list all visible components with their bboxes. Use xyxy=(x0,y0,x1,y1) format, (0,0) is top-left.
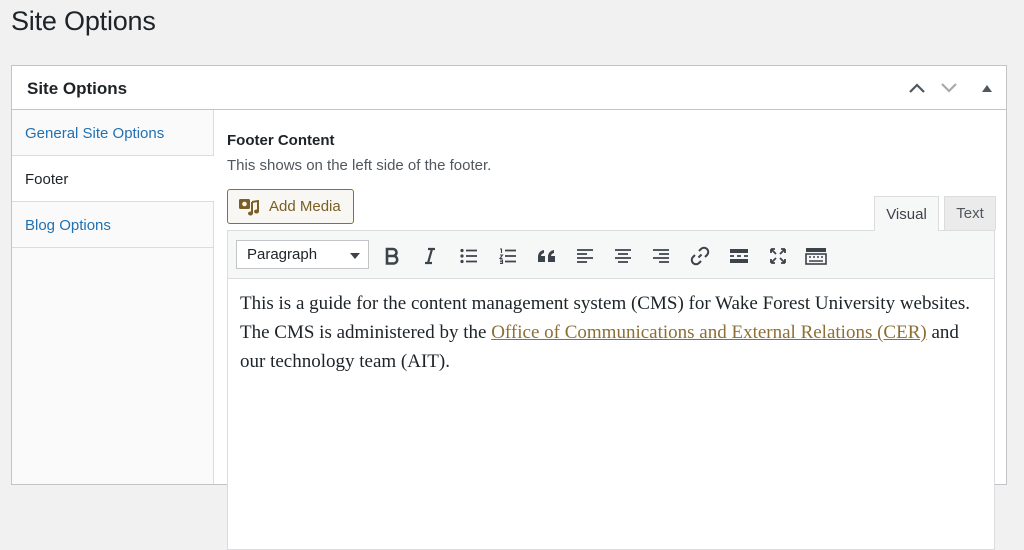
italic-icon xyxy=(425,247,435,265)
add-media-icon xyxy=(239,198,259,215)
fullscreen-button[interactable] xyxy=(764,242,792,270)
bold-button[interactable] xyxy=(378,242,406,270)
tab-visual[interactable]: Visual xyxy=(874,196,939,231)
bold-icon xyxy=(385,247,399,265)
tab-footer[interactable]: Footer xyxy=(12,156,214,202)
align-center-icon xyxy=(615,249,631,263)
toolbar-toggle-icon xyxy=(805,248,827,265)
numbered-list-icon xyxy=(499,248,516,264)
add-media-label: Add Media xyxy=(269,198,341,215)
site-options-panel: Site Options General Site Options Footer… xyxy=(11,65,1007,550)
link-icon xyxy=(690,246,710,266)
format-select-value: Paragraph xyxy=(247,246,318,263)
field-label: Footer Content xyxy=(227,132,335,149)
page-title: Site Options xyxy=(11,6,156,36)
bullet-list-button[interactable] xyxy=(455,242,483,270)
align-right-icon xyxy=(653,249,669,263)
align-center-button[interactable] xyxy=(609,242,637,270)
cer-link[interactable]: Office of Communications and External Re… xyxy=(491,322,927,343)
fullscreen-icon xyxy=(770,248,786,264)
toggle-panel-button[interactable] xyxy=(974,75,1000,101)
read-more-icon xyxy=(730,249,748,263)
blockquote-button[interactable] xyxy=(533,242,561,270)
bullet-list-icon xyxy=(460,248,477,264)
align-left-icon xyxy=(577,249,593,263)
add-media-button[interactable]: Add Media xyxy=(227,189,354,224)
footer-content-section: Footer Content This shows on the left si… xyxy=(214,110,1006,550)
blockquote-icon xyxy=(538,250,555,262)
move-up-button[interactable] xyxy=(904,75,930,101)
move-down-button[interactable] xyxy=(936,75,962,101)
insert-link-button[interactable] xyxy=(686,242,714,270)
format-select[interactable]: Paragraph xyxy=(236,240,369,269)
panel-title: Site Options xyxy=(27,79,128,98)
chevron-down-icon xyxy=(941,83,957,93)
align-right-button[interactable] xyxy=(647,242,675,270)
tab-blog-options[interactable]: Blog Options xyxy=(12,202,213,248)
rich-text-editor: Paragraph This is a guide for the conten… xyxy=(227,230,995,550)
options-tabs: General Site Options Footer Blog Options xyxy=(12,110,214,484)
chevron-up-icon xyxy=(909,83,925,93)
tab-general-site-options[interactable]: General Site Options xyxy=(12,110,213,156)
panel-header: Site Options xyxy=(12,66,1006,110)
editor-content[interactable]: This is a guide for the content manageme… xyxy=(228,279,994,386)
numbered-list-button[interactable] xyxy=(494,242,522,270)
triangle-up-icon xyxy=(982,85,992,92)
toolbar-toggle-button[interactable] xyxy=(802,242,830,270)
read-more-button[interactable] xyxy=(725,242,753,270)
caret-down-icon xyxy=(350,253,360,259)
editor-toolbar: Paragraph xyxy=(228,231,994,279)
tab-text[interactable]: Text xyxy=(944,196,996,230)
field-description: This shows on the left side of the foote… xyxy=(227,157,492,174)
align-left-button[interactable] xyxy=(571,242,599,270)
italic-button[interactable] xyxy=(416,242,444,270)
